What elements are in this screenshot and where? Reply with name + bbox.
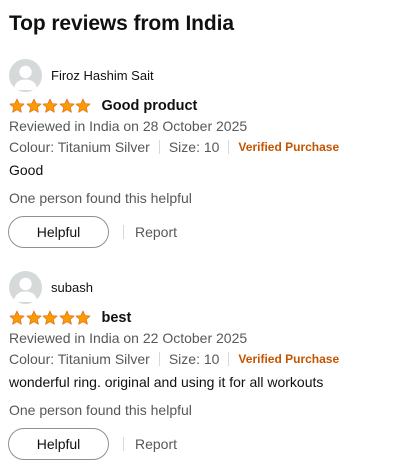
report-link[interactable]: Report (135, 224, 177, 240)
helpful-button[interactable]: Helpful (8, 216, 109, 248)
helpful-count: One person found this helpful (9, 190, 192, 206)
star-icon (26, 98, 41, 113)
verified-purchase-badge[interactable]: Verified Purchase (238, 352, 339, 366)
star-icon (9, 310, 25, 325)
star-icon (42, 310, 58, 325)
star-rating[interactable] (9, 98, 92, 114)
product-colour[interactable]: Colour: Titanium Silver (9, 139, 150, 155)
star-icon (59, 310, 74, 325)
product-colour[interactable]: Colour: Titanium Silver (9, 351, 150, 367)
helpful-count: One person found this helpful (9, 402, 192, 418)
star-icon (75, 98, 91, 113)
meta-divider (158, 352, 160, 366)
review-date: Reviewed in India on 28 October 2025 (9, 118, 248, 134)
product-size[interactable]: Size: 10 (169, 351, 220, 367)
verified-purchase-badge[interactable]: Verified Purchase (238, 140, 339, 154)
star-icon (75, 310, 91, 325)
review-title[interactable]: best (102, 310, 132, 326)
avatar-icon (9, 270, 42, 304)
review-title[interactable]: Good product (102, 98, 198, 114)
product-size[interactable]: Size: 10 (169, 139, 220, 155)
action-divider (123, 225, 124, 239)
review-meta: Colour: Titanium Silver Size: 10 Verifie… (9, 350, 339, 368)
star-icon (9, 98, 25, 113)
star-icon (59, 98, 74, 113)
star-rating[interactable] (9, 310, 92, 326)
review-card: subash best Reviewed in India on 22 Octo… (0, 270, 410, 474)
star-icon (26, 310, 41, 325)
reviewer-profile[interactable]: subash (9, 270, 93, 304)
review-body: wonderful ring. original and using it fo… (9, 374, 324, 390)
star-icon (42, 98, 58, 113)
review-card: Firoz Hashim Sait Good product Reviewed … (0, 58, 410, 270)
reviewer-name: subash (51, 279, 93, 295)
reviewer-profile[interactable]: Firoz Hashim Sait (9, 58, 154, 92)
action-divider (123, 437, 124, 451)
report-link[interactable]: Report (135, 436, 177, 452)
helpful-button[interactable]: Helpful (8, 428, 109, 460)
review-body: Good (9, 162, 44, 178)
review-date: Reviewed in India on 22 October 2025 (9, 330, 248, 346)
page-title: Top reviews from India (9, 12, 234, 35)
review-meta: Colour: Titanium Silver Size: 10 Verifie… (9, 138, 339, 156)
meta-divider (228, 352, 230, 366)
avatar-icon (9, 58, 42, 92)
reviewer-name: Firoz Hashim Sait (51, 67, 154, 83)
meta-divider (158, 140, 160, 154)
meta-divider (228, 140, 230, 154)
